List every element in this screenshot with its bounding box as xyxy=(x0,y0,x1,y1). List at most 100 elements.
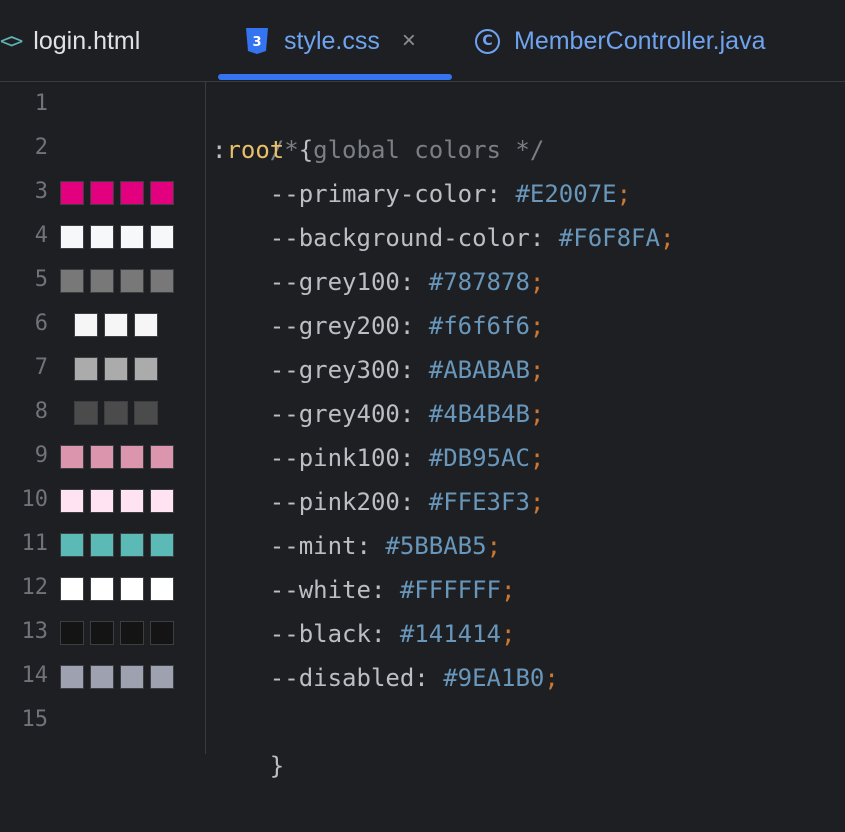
css-declaration: --pink200: #FFE3F3; xyxy=(212,480,545,524)
declaration-colon: : xyxy=(399,268,429,296)
color-swatch xyxy=(150,665,174,689)
color-preview[interactable] xyxy=(60,577,174,601)
declaration-colon: : xyxy=(399,356,429,384)
color-swatch xyxy=(120,269,144,293)
css-declaration: --pink100: #DB95AC; xyxy=(212,436,545,480)
editor-tab-bar: <> login.html 3 style.css × C MemberCont… xyxy=(0,0,845,82)
color-preview[interactable] xyxy=(60,489,174,513)
gutter-row: 15 xyxy=(0,698,205,742)
svg-text:3: 3 xyxy=(252,35,261,50)
gutter-row: 11 xyxy=(0,522,205,566)
color-swatch xyxy=(60,489,84,513)
css-property: --background-color xyxy=(269,224,530,252)
gutter-row: 4 xyxy=(0,214,205,258)
color-swatch xyxy=(120,577,144,601)
line-number: 9 xyxy=(34,443,48,468)
gutter-row: 1 xyxy=(0,82,205,126)
color-swatch xyxy=(150,577,174,601)
color-swatch xyxy=(104,313,128,337)
color-preview[interactable] xyxy=(60,621,174,645)
tab-login-html[interactable]: <> login.html xyxy=(0,0,140,82)
code-editor[interactable]: /* global colors */ :root { --primary-co… xyxy=(206,82,845,780)
declaration-colon: : xyxy=(370,620,400,648)
color-preview[interactable] xyxy=(60,445,174,469)
gutter-row: 6 xyxy=(0,302,205,346)
gutter-row: 14 xyxy=(0,654,205,698)
color-preview[interactable] xyxy=(60,181,174,205)
line-number: 12 xyxy=(21,575,49,600)
editor-gutter: 1 2 3 4 5 6 7 8 9 10 11 12 13 14 15 xyxy=(0,82,206,754)
color-swatch xyxy=(134,357,158,381)
active-tab-indicator xyxy=(218,74,452,80)
color-preview[interactable] xyxy=(60,533,174,557)
css-declaration: --background-color: #F6F8FA; xyxy=(212,216,675,260)
css-declaration: --grey300: #ABABAB; xyxy=(212,348,545,392)
css-property: --primary-color xyxy=(269,180,487,208)
css-property: --mint xyxy=(269,532,357,560)
line-number: 13 xyxy=(21,619,49,644)
line-number: 8 xyxy=(34,399,48,424)
line-number: 1 xyxy=(34,91,48,116)
semicolon: ; xyxy=(529,444,545,472)
color-preview[interactable] xyxy=(74,313,158,337)
color-preview[interactable] xyxy=(60,665,174,689)
close-brace: } xyxy=(269,752,285,780)
line-number: 4 xyxy=(34,223,48,248)
color-preview[interactable] xyxy=(74,357,158,381)
semicolon: ; xyxy=(529,312,545,340)
tab-style-css[interactable]: 3 style.css × xyxy=(218,0,452,82)
line-number: 5 xyxy=(34,267,48,292)
color-swatch xyxy=(150,489,174,513)
color-swatch xyxy=(60,621,84,645)
gutter-row: 8 xyxy=(0,390,205,434)
color-swatch xyxy=(150,181,174,205)
color-swatch xyxy=(134,401,158,425)
css-property: --black xyxy=(269,620,371,648)
color-swatch xyxy=(60,577,84,601)
color-swatch xyxy=(60,269,84,293)
color-preview[interactable] xyxy=(60,269,174,293)
line-number: 14 xyxy=(21,663,49,688)
color-swatch xyxy=(104,357,128,381)
css-declaration: --white: #FFFFFF; xyxy=(212,568,516,612)
color-preview[interactable] xyxy=(74,401,158,425)
css-property: --grey100 xyxy=(269,268,400,296)
css-property: --pink200 xyxy=(269,488,400,516)
line-number: 10 xyxy=(21,487,49,512)
color-swatch xyxy=(60,181,84,205)
declaration-colon: : xyxy=(399,312,429,340)
color-swatch xyxy=(120,665,144,689)
css-value: #4B4B4B xyxy=(428,400,530,428)
color-preview[interactable] xyxy=(60,225,174,249)
color-swatch xyxy=(90,665,114,689)
declaration-colon: : xyxy=(370,576,400,604)
tab-member-controller-java[interactable]: C MemberController.java xyxy=(475,0,766,82)
close-icon[interactable]: × xyxy=(402,27,416,55)
color-swatch xyxy=(120,533,144,557)
css-value: #9EA1B0 xyxy=(443,664,545,692)
color-swatch xyxy=(120,445,144,469)
css-value: #FFE3F3 xyxy=(428,488,530,516)
color-swatch xyxy=(120,621,144,645)
java-class-icon: C xyxy=(475,28,500,54)
css-property: --disabled xyxy=(269,664,415,692)
semicolon: ; xyxy=(529,268,545,296)
css-value: #f6f6f6 xyxy=(428,312,530,340)
css-declaration: --grey100: #787878; xyxy=(212,260,545,304)
css-declaration: --mint: #5BBAB5; xyxy=(212,524,501,568)
color-swatch xyxy=(104,401,128,425)
gutter-row: 2 xyxy=(0,126,205,170)
color-swatch xyxy=(60,533,84,557)
semicolon: ; xyxy=(501,620,516,648)
gutter-row: 12 xyxy=(0,566,205,610)
html-file-icon: <> xyxy=(0,29,23,53)
semicolon: ; xyxy=(486,532,502,560)
declaration-colon: : xyxy=(414,664,444,692)
